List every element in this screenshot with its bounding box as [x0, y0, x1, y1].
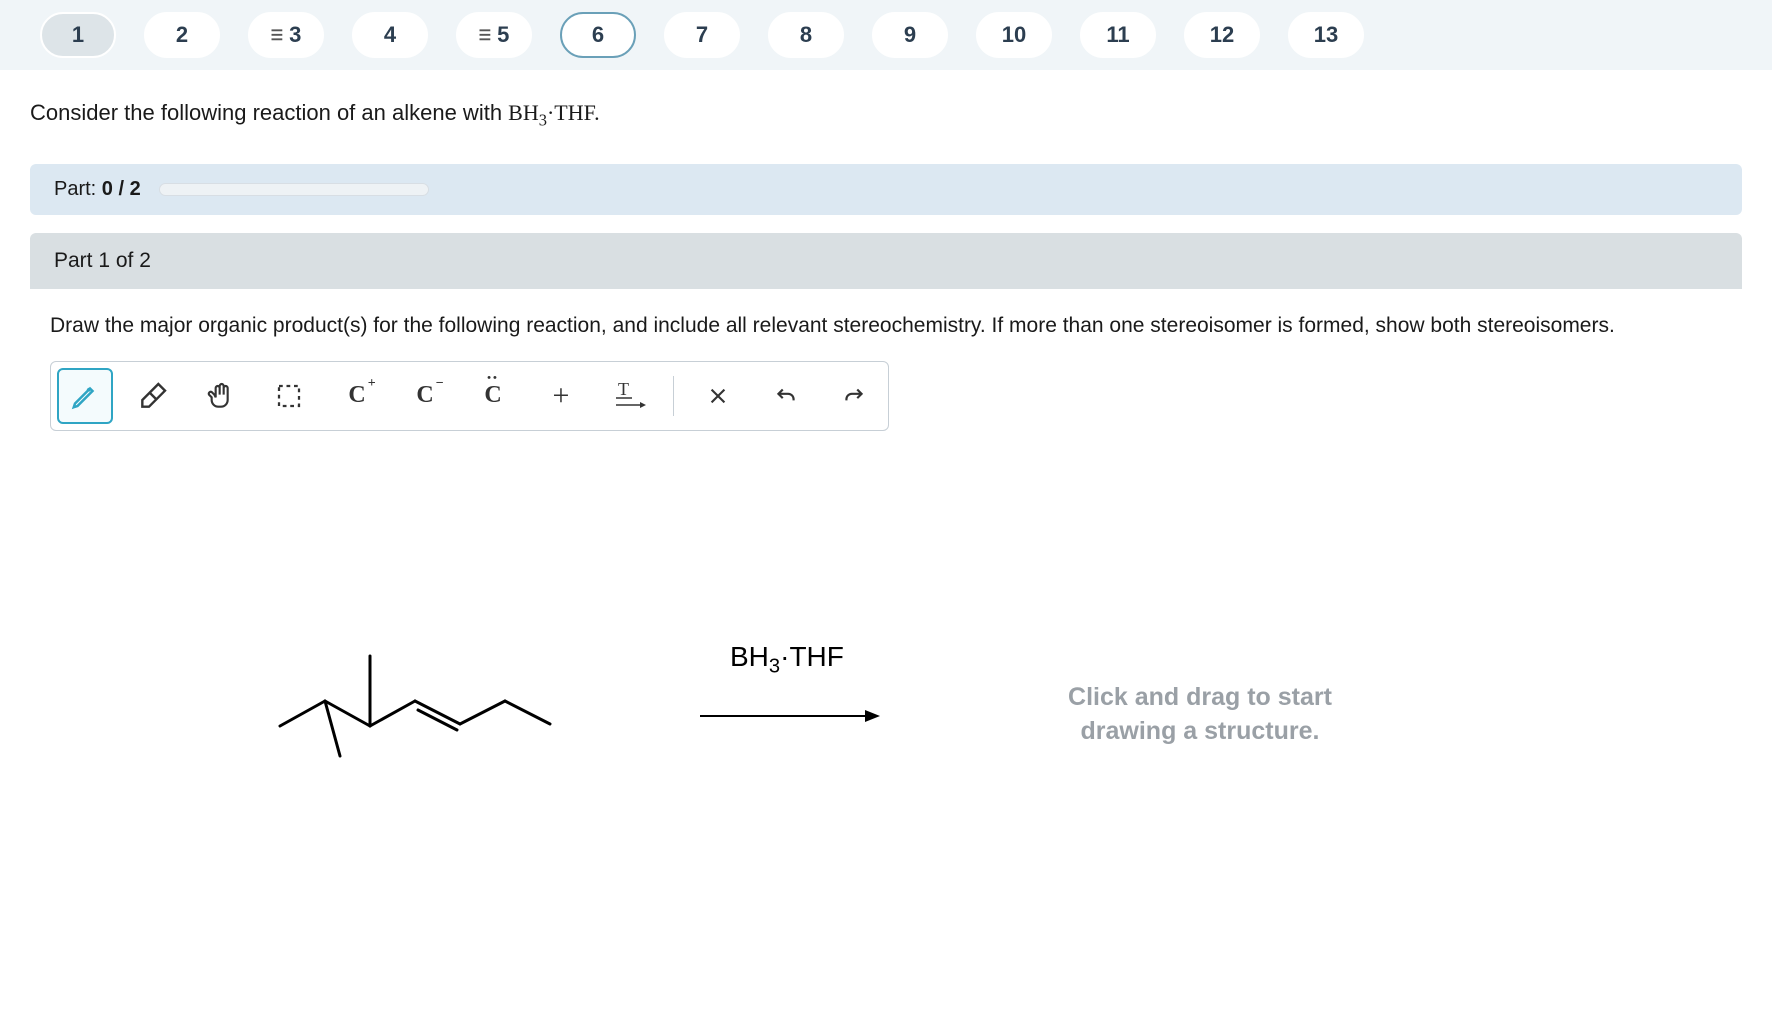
intro-text: Consider the following reaction of an al…	[30, 100, 1742, 130]
svg-text:T: T	[618, 381, 629, 399]
nav-question-12[interactable]: 12	[1184, 12, 1260, 58]
nav-question-8[interactable]: 8	[768, 12, 844, 58]
nav-question-11[interactable]: 11	[1080, 12, 1156, 58]
nav-label: 1	[72, 22, 84, 48]
reaction-arrow-icon	[700, 706, 880, 726]
nav-label: 6	[592, 22, 604, 48]
drawing-canvas[interactable]: BH3·THF Click and drag to start drawing …	[50, 441, 1722, 961]
nav-question-4[interactable]: 4	[352, 12, 428, 58]
nav-question-2[interactable]: 2	[144, 12, 220, 58]
content-area: Consider the following reaction of an al…	[0, 70, 1772, 983]
multipart-icon: ☰	[271, 31, 284, 39]
question-nav-bar: 12☰34☰5678910111213	[0, 0, 1772, 70]
nav-label: 4	[384, 22, 396, 48]
nav-label: 8	[800, 22, 812, 48]
charge-plus-icon[interactable]: C+	[329, 368, 385, 424]
nav-label: 7	[696, 22, 708, 48]
nav-label: 3	[289, 22, 301, 48]
nav-question-13[interactable]: 13	[1288, 12, 1364, 58]
close-icon[interactable]	[690, 368, 746, 424]
toolbar-separator	[673, 376, 674, 416]
marquee-icon[interactable]	[261, 368, 317, 424]
nav-question-3[interactable]: ☰3	[248, 12, 324, 58]
nav-question-10[interactable]: 10	[976, 12, 1052, 58]
redo-icon[interactable]	[826, 368, 882, 424]
nav-label: 2	[176, 22, 188, 48]
intro-reagent: BH3·THF.	[508, 100, 599, 125]
nav-label: 12	[1210, 22, 1234, 48]
hand-icon[interactable]	[193, 368, 249, 424]
plus-icon[interactable]: +	[533, 368, 589, 424]
text-arrow-icon[interactable]: T	[601, 368, 657, 424]
nav-label: 11	[1106, 22, 1129, 48]
nav-question-6[interactable]: 6	[560, 12, 636, 58]
part-progress-bar: Part: 0 / 2	[30, 164, 1742, 215]
nav-label: 5	[497, 22, 509, 48]
nav-label: 9	[904, 22, 916, 48]
intro-prefix: Consider the following reaction of an al…	[30, 100, 508, 125]
undo-icon[interactable]	[758, 368, 814, 424]
reactant-molecule	[260, 616, 560, 816]
part-instructions: Draw the major organic product(s) for th…	[50, 311, 1722, 340]
multipart-icon: ☰	[479, 31, 492, 39]
pencil-icon[interactable]	[57, 368, 113, 424]
nav-question-5[interactable]: ☰5	[456, 12, 532, 58]
part-body: Draw the major organic product(s) for th…	[30, 289, 1742, 982]
nav-label: 13	[1314, 22, 1338, 48]
nav-question-1[interactable]: 1	[40, 12, 116, 58]
nav-label: 10	[1002, 22, 1026, 48]
part-progress-label: Part: 0 / 2	[54, 178, 141, 201]
eraser-icon[interactable]	[125, 368, 181, 424]
canvas-placeholder: Click and drag to start drawing a struct…	[1040, 681, 1360, 749]
progress-track	[159, 183, 429, 196]
nav-question-7[interactable]: 7	[664, 12, 740, 58]
nav-question-9[interactable]: 9	[872, 12, 948, 58]
part-header: Part 1 of 2	[30, 233, 1742, 289]
reagent-label: BH3·THF	[730, 641, 844, 679]
charge-minus-icon[interactable]: C−	[397, 368, 453, 424]
drawing-toolbar: C+C−••C+ T	[50, 361, 889, 431]
lone-pair-icon[interactable]: ••C	[465, 368, 521, 424]
